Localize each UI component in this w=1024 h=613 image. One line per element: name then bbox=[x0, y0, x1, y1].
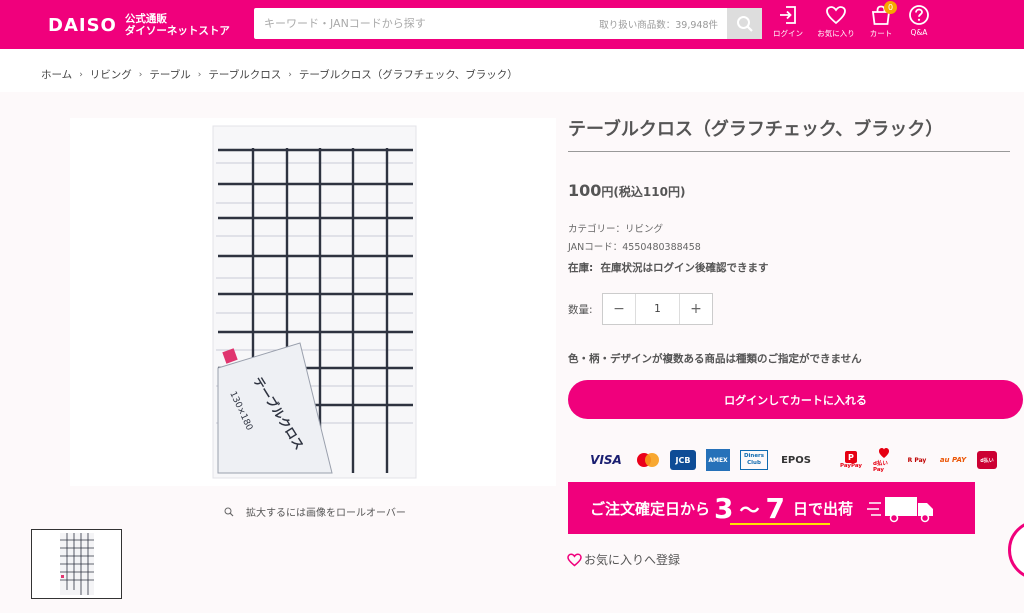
d-barai-logo: d払い bbox=[977, 451, 997, 469]
breadcrumb-separator: › bbox=[79, 69, 83, 80]
heart-outline-icon bbox=[567, 553, 582, 566]
delivery-truck-icon bbox=[867, 497, 933, 523]
price-unit: 円 bbox=[601, 185, 614, 199]
quantity-stepper: − 1 + bbox=[602, 293, 713, 325]
search-input[interactable] bbox=[254, 8, 594, 39]
daiso-logo[interactable]: DAISO 公式通販 ダイソーネットストア bbox=[48, 13, 230, 37]
stock-text: 在庫状況はログイン後確認できます bbox=[600, 262, 769, 274]
quantity-input[interactable]: 1 bbox=[635, 294, 680, 324]
quantity-increase-button[interactable]: + bbox=[680, 294, 712, 324]
nav-login[interactable]: ログイン bbox=[765, 4, 811, 39]
price-value: 100 bbox=[568, 181, 602, 200]
shipping-tilde: 〜 bbox=[739, 497, 760, 522]
nav-favorites-label: お気に入り bbox=[817, 29, 855, 38]
epos-logo: EPOS bbox=[781, 454, 811, 466]
product-jan: JANコード：4550480388458 bbox=[568, 242, 701, 253]
heart-icon bbox=[826, 6, 846, 25]
thumbnail-image bbox=[60, 533, 94, 595]
logo-subtitle: 公式通販 ダイソーネットストア bbox=[125, 13, 230, 37]
nav-favorites[interactable]: お気に入り bbox=[813, 4, 859, 39]
zoom-hint: 拡大するには画像をロールオーバー bbox=[224, 504, 406, 519]
payment-methods: VISA JCB AMEX Diners Club EPOS P PayPay … bbox=[586, 446, 1006, 474]
breadcrumb-item[interactable]: リビング bbox=[90, 67, 132, 82]
d-pay-logo: d払い Pay bbox=[873, 446, 895, 474]
login-add-to-cart-button[interactable]: ログインしてカートに入れる bbox=[568, 380, 1023, 419]
shipping-from-days: 3 bbox=[714, 491, 734, 525]
nav-login-label: ログイン bbox=[773, 29, 803, 38]
add-to-favorites-label: お気に入りへ登録 bbox=[584, 553, 681, 567]
nav-qa-label: Q&A bbox=[910, 28, 928, 37]
rakuten-pay-logo: R Pay bbox=[907, 456, 927, 464]
breadcrumb-item[interactable]: ホーム bbox=[41, 67, 72, 82]
product-main-image[interactable]: テーブルクロス 130×180 bbox=[70, 118, 556, 486]
variant-notice: 色・柄・デザインが複数ある商品は種類のご指定ができません bbox=[568, 353, 862, 365]
product-count: 取り扱い商品数：39,948件 bbox=[599, 20, 718, 31]
quantity-label: 数量: bbox=[568, 304, 593, 316]
amex-logo: AMEX bbox=[706, 449, 730, 471]
shipping-highlight-underline bbox=[730, 523, 830, 525]
title-divider bbox=[568, 151, 1010, 152]
magnifier-icon bbox=[224, 507, 234, 516]
jcb-logo: JCB bbox=[670, 450, 696, 470]
shipping-banner: ご注文確定日から 3 〜 7 日で出荷 bbox=[568, 482, 975, 534]
stock-status: 在庫: 在庫状況はログイン後確認できます bbox=[568, 260, 769, 275]
product-category: カテゴリー：リビング bbox=[568, 224, 664, 235]
search-button[interactable] bbox=[727, 8, 762, 39]
site-header: DAISO 公式通販 ダイソーネットストア 取り扱い商品数：39,948件 ログ… bbox=[0, 0, 1024, 49]
d-pay-text: d払い Pay bbox=[873, 461, 888, 473]
shipping-prefix: ご注文確定日から bbox=[590, 499, 711, 518]
question-icon bbox=[909, 5, 929, 25]
product-title: テーブルクロス（グラフチェック、ブラック） bbox=[568, 119, 944, 140]
add-to-favorites-link[interactable]: お気に入りへ登録 bbox=[567, 551, 680, 568]
paypay-logo: P PayPay bbox=[839, 446, 863, 474]
product-price: 100円(税込110円) bbox=[568, 181, 685, 200]
au-pay-logo: au PAY bbox=[939, 456, 967, 464]
search-bar: 取り扱い商品数：39,948件 bbox=[254, 8, 762, 39]
quantity-decrease-button[interactable]: − bbox=[603, 294, 635, 324]
breadcrumb: ホーム › リビング › テーブル › テーブルクロス › テーブルクロス（グラ… bbox=[41, 67, 518, 82]
product-thumbnail[interactable] bbox=[31, 529, 122, 599]
shipping-to-days: 7 bbox=[765, 491, 785, 525]
breadcrumb-item[interactable]: テーブルクロス bbox=[208, 67, 281, 82]
visa-logo: VISA bbox=[590, 453, 622, 467]
breadcrumb-separator: › bbox=[288, 69, 292, 80]
paypay-text: PayPay bbox=[839, 463, 863, 469]
breadcrumb-separator: › bbox=[138, 69, 143, 80]
breadcrumb-current: テーブルクロス（グラフチェック、ブラック） bbox=[298, 69, 518, 81]
logo-sub-line2: ダイソーネットストア bbox=[124, 25, 230, 37]
mastercard-logo bbox=[633, 446, 663, 474]
login-icon bbox=[780, 6, 796, 24]
tablecloth-package-image: テーブルクロス 130×180 bbox=[212, 125, 417, 479]
nav-qa[interactable]: Q&A bbox=[896, 4, 942, 37]
diners-logo: Diners Club bbox=[740, 450, 768, 470]
zoom-hint-text: 拡大するには画像をロールオーバー bbox=[246, 508, 406, 519]
breadcrumb-item[interactable]: テーブル bbox=[149, 67, 190, 82]
breadcrumb-separator: › bbox=[197, 69, 202, 80]
logo-mark: DAISO bbox=[48, 14, 117, 36]
logo-sub-line1: 公式通販 bbox=[124, 13, 167, 25]
svg-text:P: P bbox=[848, 453, 854, 462]
shipping-suffix: 日で出荷 bbox=[792, 499, 853, 518]
search-icon bbox=[736, 15, 753, 32]
nav-cart-label: カート bbox=[869, 29, 893, 38]
stock-label: 在庫: bbox=[568, 262, 594, 274]
price-tax: (税込110円) bbox=[613, 185, 686, 199]
